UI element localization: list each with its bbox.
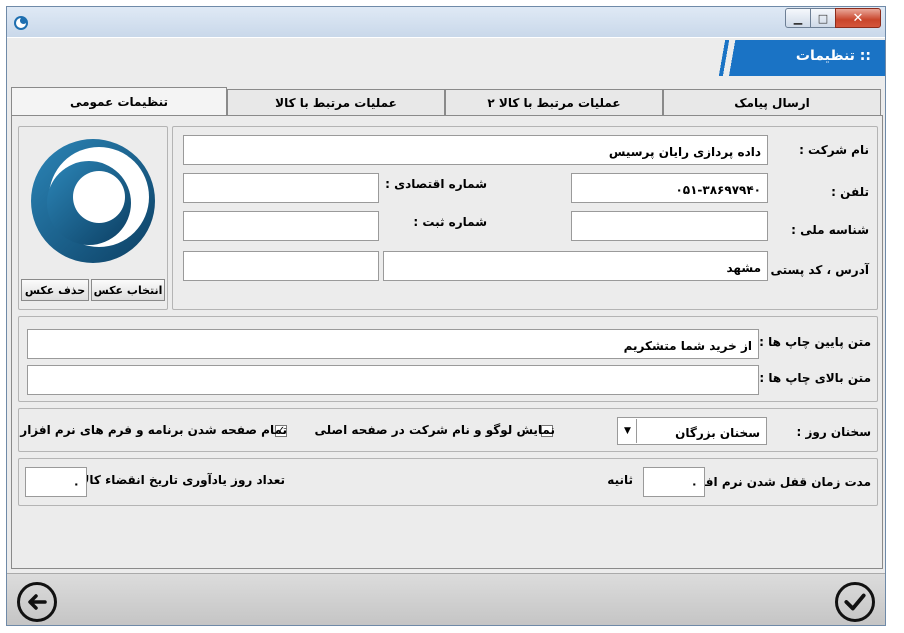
- options-group: سخنان روز : سخنان بزرگان ▼ نمایش لوگو و …: [18, 408, 878, 452]
- tab-sms[interactable]: ارسال پیامک: [663, 89, 881, 115]
- tab-content-general: انتخاب عکس حذف عکس نام شرکت : داده پرداز…: [11, 115, 883, 569]
- print-header-field[interactable]: [27, 365, 759, 395]
- registration-number-field[interactable]: [183, 211, 379, 241]
- expiry-reminder-field[interactable]: ۰: [25, 467, 87, 497]
- minimize-button[interactable]: ▁: [785, 8, 811, 28]
- company-name-field[interactable]: داده پردازی رایان پرسیس: [183, 135, 768, 165]
- quote-of-day-label: سخنان روز :: [796, 425, 871, 439]
- phone-field[interactable]: ۰۵۱-۳۸۶۹۷۹۴۰: [571, 173, 768, 203]
- app-icon: [14, 16, 28, 30]
- fullscreen-label[interactable]: تمام صفحه شدن برنامه و فرم های نرم افزار: [20, 423, 287, 437]
- chevron-down-icon[interactable]: ▼: [619, 419, 637, 443]
- quote-of-day-select[interactable]: سخنان بزرگان: [617, 417, 767, 445]
- checkmark-icon: [844, 593, 866, 611]
- national-id-label: شناسه ملی :: [791, 223, 869, 237]
- logo-group: انتخاب عکس حذف عکس: [18, 126, 168, 310]
- select-photo-button[interactable]: انتخاب عکس: [91, 279, 165, 301]
- tab-goods-2[interactable]: عملیات مرتبط با کالا ۲: [445, 89, 663, 115]
- timing-group: مدت زمان قفل شدن نرم افزار : ۰ ثانیه تعد…: [18, 458, 878, 506]
- title-bar[interactable]: ▁ □ ✕: [7, 7, 885, 37]
- settings-window: ▁ □ ✕ :: تنظیمات ارسال پیامک عملیات مرتب…: [6, 6, 886, 626]
- close-button[interactable]: ✕: [835, 8, 881, 28]
- economic-number-field[interactable]: [183, 173, 379, 203]
- address-label: آدرس ، کد پستی :: [761, 263, 869, 277]
- lock-time-field[interactable]: ۰: [643, 467, 705, 497]
- confirm-button[interactable]: [835, 582, 875, 622]
- print-footer-label: متن پایین چاپ ها :: [759, 335, 871, 349]
- postal-code-field[interactable]: [183, 251, 379, 281]
- print-text-group: متن پایین چاپ ها : از خرید شما متشکریم م…: [18, 316, 878, 402]
- header-banner: :: تنظیمات: [7, 37, 885, 77]
- tab-general-settings[interactable]: تنظیمات عمومی: [11, 87, 227, 115]
- expiry-reminder-label: تعداد روز یادآوری تاریخ انقضاء کالا :: [71, 473, 286, 487]
- delete-photo-button[interactable]: حذف عکس: [21, 279, 89, 301]
- address-field[interactable]: مشهد: [383, 251, 768, 281]
- company-name-label: نام شرکت :: [799, 143, 869, 157]
- tab-goods[interactable]: عملیات مرتبط با کالا: [227, 89, 445, 115]
- footer-bar: [7, 573, 885, 625]
- maximize-button[interactable]: □: [810, 8, 836, 28]
- registration-number-label: شماره ثبت :: [413, 215, 487, 229]
- print-footer-field[interactable]: از خرید شما متشکریم: [27, 329, 759, 359]
- company-info-group: نام شرکت : داده پردازی رایان پرسیس تلفن …: [172, 126, 878, 310]
- arrow-left-icon: [28, 594, 47, 610]
- print-header-label: متن بالای چاپ ها :: [759, 371, 871, 385]
- show-logo-label[interactable]: نمایش لوگو و نام شرکت در صفحه اصلی: [315, 423, 556, 437]
- page-title: :: تنظیمات: [795, 48, 871, 64]
- lock-time-unit: ثانیه: [607, 473, 633, 487]
- company-logo-icon[interactable]: [23, 131, 163, 271]
- national-id-field[interactable]: [571, 211, 768, 241]
- phone-label: تلفن :: [831, 185, 869, 199]
- lock-time-label: مدت زمان قفل شدن نرم افزار :: [678, 475, 871, 489]
- back-button[interactable]: [17, 582, 57, 622]
- tab-strip: ارسال پیامک عملیات مرتبط با کالا ۲ عملیا…: [7, 87, 885, 115]
- economic-number-label: شماره اقتصادی :: [385, 177, 487, 191]
